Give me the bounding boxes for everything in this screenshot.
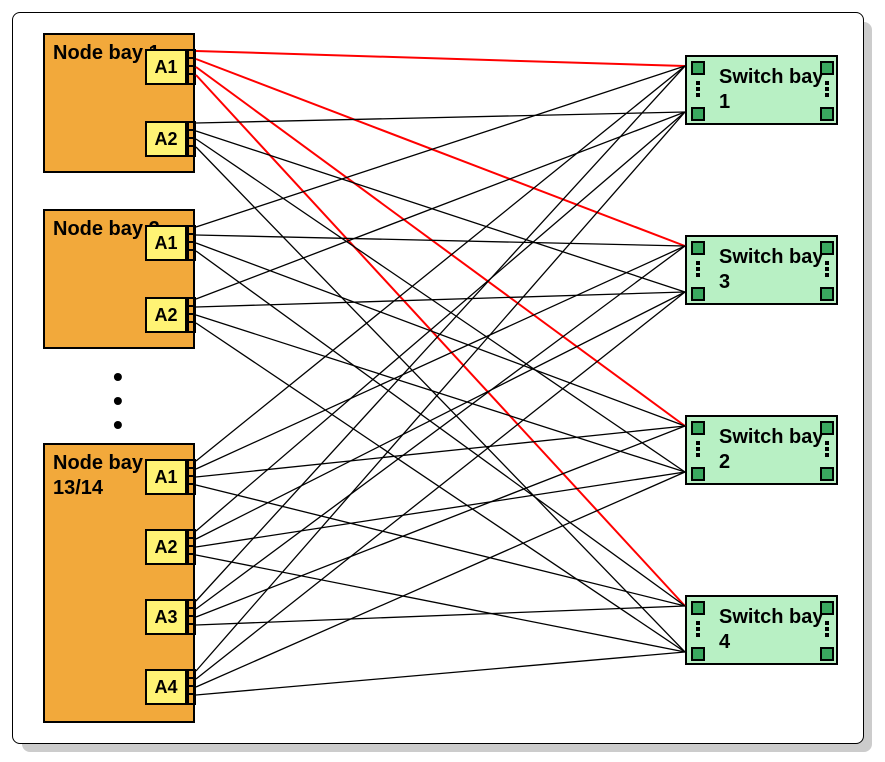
connection-wires — [13, 13, 863, 743]
diagram-frame: Node bay 1 A1 A2 Node bay 2 A1 A2 • • • … — [12, 12, 864, 744]
diagram-stage: Node bay 1 A1 A2 Node bay 2 A1 A2 • • • … — [0, 0, 885, 762]
